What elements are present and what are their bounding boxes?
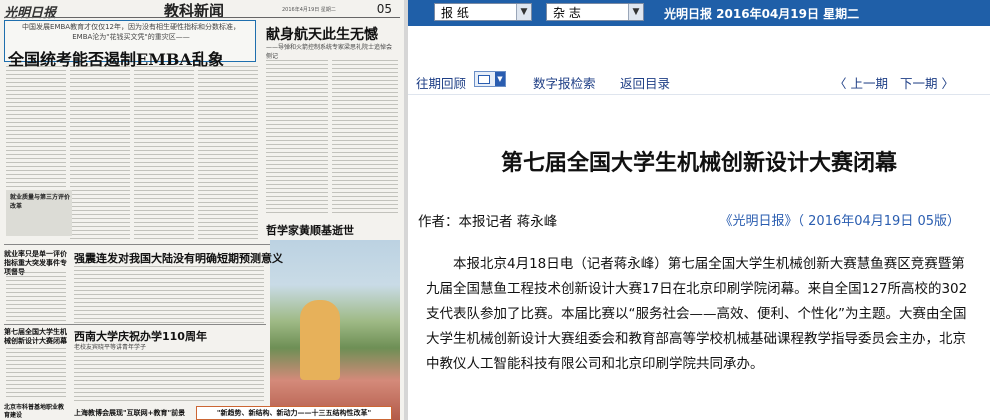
- text-column[interactable]: [332, 60, 398, 216]
- issue-date: 光明日报 2016年04月19日 星期二: [664, 7, 860, 21]
- article-byline: 作者：本报记者 蒋永峰: [418, 214, 558, 230]
- article-panel: 报 纸 ▼ 杂 志 ▼ 光明日报 2016年04月19日 星期二 往期回顾 ▼ …: [408, 0, 990, 420]
- left-brief-headline-3[interactable]: 北京市科普基地职业教育建设: [4, 404, 68, 420]
- bottom-headline[interactable]: 上海教博会展现"互联网+教育"前景: [74, 408, 185, 418]
- text-column[interactable]: [198, 66, 258, 242]
- chevron-down-icon[interactable]: ▼: [516, 4, 531, 20]
- section-rule: [4, 324, 266, 325]
- article-source-link[interactable]: 《光明日报》（ 2016年04月19日 05版）: [720, 210, 960, 229]
- magazine-select[interactable]: 杂 志 ▼: [546, 3, 644, 21]
- article-body: 本报北京4月18日电（记者蒋永峰）第七届全国大学生机械创新大赛慧鱼赛区竞赛暨第九…: [426, 256, 968, 372]
- text-column[interactable]: [6, 66, 66, 188]
- left-brief-headline-2[interactable]: 第七届全国大学生机械创新设计大赛闭幕: [4, 328, 68, 346]
- nav-separator: [408, 94, 990, 95]
- text-column[interactable]: [74, 266, 264, 324]
- lead-article-subtitle[interactable]: 中国发展EMBA教育才仅仅12年，因为没有相生硬性指标和分数标准，EMBA沦为"…: [16, 22, 246, 42]
- text-column[interactable]: [70, 66, 130, 242]
- page-date-small: 2016年4月19日 星期二: [282, 7, 336, 13]
- magazine-select-value: 杂 志: [553, 6, 581, 20]
- past-review-link[interactable]: 往期回顾: [416, 73, 466, 92]
- digital-search-link[interactable]: 数字报检索: [533, 73, 596, 92]
- text-column[interactable]: [74, 352, 264, 402]
- bottom-box-headline[interactable]: "新趋势、新结构、新动力——十三五结构性改革": [196, 406, 392, 420]
- side-article-headline[interactable]: 献身航天此生无憾: [266, 24, 378, 44]
- page-number: 05: [376, 2, 392, 16]
- news-photo-figure: [300, 300, 340, 380]
- issue-navigation: 往期回顾 ▼ 数字报检索 返回目录 〈 上一期 下一期 〉: [408, 66, 990, 92]
- highlight-box-label[interactable]: 就业质量与第三方评价改革: [10, 192, 70, 210]
- chevron-down-icon[interactable]: ▼: [495, 72, 505, 86]
- article-headline: 第七届全国大学生机械创新设计大赛闭幕: [500, 150, 897, 176]
- back-to-index-link[interactable]: 返回目录: [620, 73, 670, 92]
- calendar-dropdown[interactable]: ▼: [474, 71, 506, 87]
- text-column[interactable]: [6, 272, 66, 324]
- side-article-subtitle[interactable]: ——导弹和火箭控制系统专家梁思礼院士追悼会侧记: [266, 42, 396, 60]
- newspaper-masthead: 光明日报: [4, 6, 57, 21]
- text-column[interactable]: [6, 348, 66, 400]
- masthead-rule: [4, 17, 400, 18]
- philosopher-headline[interactable]: 哲学家黄顺基逝世: [266, 222, 354, 238]
- newspaper-select-value: 报 纸: [441, 6, 469, 20]
- calendar-icon: [478, 75, 490, 84]
- prev-issue-link[interactable]: 〈 上一期: [834, 73, 888, 92]
- text-column[interactable]: [134, 66, 194, 242]
- text-column[interactable]: [266, 60, 328, 216]
- southwest-subtitle[interactable]: 老校友宾晓平等讲青年学子: [74, 342, 146, 351]
- top-toolbar: 报 纸 ▼ 杂 志 ▼ 光明日报 2016年04月19日 星期二: [408, 0, 990, 26]
- chevron-down-icon[interactable]: ▼: [628, 4, 643, 20]
- quake-headline[interactable]: 强震连发对我国大陆没有明确短期预测意义: [74, 250, 283, 266]
- newspaper-page-image[interactable]: 光明日报 教科新闻 2016年4月19日 星期二 05 中国发展EMBA教育才仅…: [0, 0, 404, 420]
- next-issue-link[interactable]: 下一期 〉: [900, 73, 954, 92]
- newspaper-select[interactable]: 报 纸 ▼: [434, 3, 532, 21]
